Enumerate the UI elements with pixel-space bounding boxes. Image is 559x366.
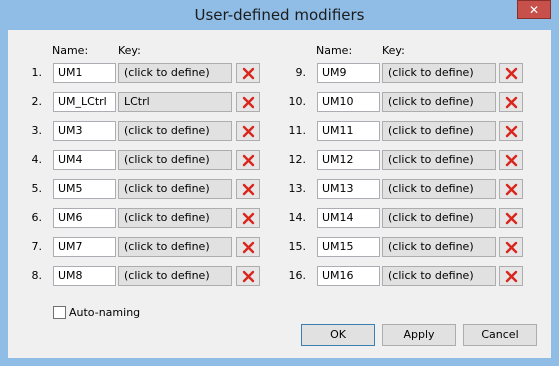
delete-modifier-button[interactable] <box>236 150 260 170</box>
modifier-key-button[interactable]: (click to define) <box>382 150 496 170</box>
red-x-icon <box>505 154 518 167</box>
delete-modifier-button[interactable] <box>236 92 260 112</box>
modifier-number: 16. <box>288 269 307 282</box>
modifier-number: 6. <box>31 211 43 224</box>
modifier-name-input[interactable]: UM14 <box>317 208 380 228</box>
modifier-name-input[interactable]: UM5 <box>53 179 116 199</box>
close-icon: ✕ <box>528 3 540 17</box>
auto-naming-label[interactable]: Auto-naming <box>69 306 140 319</box>
modifier-number: 10. <box>288 95 307 108</box>
modifier-name-input[interactable]: UM1 <box>53 63 116 83</box>
dialog-window: User-defined modifiers ✕ Name: Key: Name… <box>0 0 559 366</box>
key-column-header: Key: <box>382 44 405 57</box>
modifier-name-input[interactable]: UM_LCtrl <box>53 92 116 112</box>
name-column-header: Name: <box>52 44 89 57</box>
ok-button[interactable]: OK <box>301 324 375 346</box>
modifier-number: 5. <box>31 182 43 195</box>
title-bar[interactable]: User-defined modifiers ✕ <box>0 0 559 30</box>
modifier-key-button[interactable]: (click to define) <box>118 237 232 257</box>
delete-modifier-button[interactable] <box>236 121 260 141</box>
delete-modifier-button[interactable] <box>236 179 260 199</box>
modifier-key-button[interactable]: (click to define) <box>118 208 232 228</box>
red-x-icon <box>242 183 255 196</box>
delete-modifier-button[interactable] <box>499 150 523 170</box>
delete-modifier-button[interactable] <box>236 237 260 257</box>
modifier-name-input[interactable]: UM12 <box>317 150 380 170</box>
red-x-icon <box>505 183 518 196</box>
red-x-icon <box>505 125 518 138</box>
cancel-button[interactable]: Cancel <box>463 324 537 346</box>
red-x-icon <box>242 96 255 109</box>
delete-modifier-button[interactable] <box>499 237 523 257</box>
delete-modifier-button[interactable] <box>499 179 523 199</box>
modifier-key-button[interactable]: (click to define) <box>382 237 496 257</box>
modifier-key-button[interactable]: (click to define) <box>118 266 232 286</box>
modifier-name-input[interactable]: UM15 <box>317 237 380 257</box>
red-x-icon <box>242 270 255 283</box>
apply-button[interactable]: Apply <box>382 324 456 346</box>
close-button[interactable]: ✕ <box>517 0 551 19</box>
modifier-number: 3. <box>31 124 43 137</box>
delete-modifier-button[interactable] <box>236 208 260 228</box>
modifier-name-input[interactable]: UM3 <box>53 121 116 141</box>
modifier-number: 11. <box>288 124 307 137</box>
modifier-key-button[interactable]: (click to define) <box>382 63 496 83</box>
red-x-icon <box>242 212 255 225</box>
red-x-icon <box>505 241 518 254</box>
modifier-number: 9. <box>295 66 307 79</box>
red-x-icon <box>242 154 255 167</box>
delete-modifier-button[interactable] <box>499 63 523 83</box>
modifier-name-input[interactable]: UM8 <box>53 266 116 286</box>
modifier-key-button[interactable]: (click to define) <box>382 179 496 199</box>
modifier-key-button[interactable]: (click to define) <box>382 208 496 228</box>
delete-modifier-button[interactable] <box>499 266 523 286</box>
modifier-name-input[interactable]: UM13 <box>317 179 380 199</box>
modifier-key-button[interactable]: (click to define) <box>382 266 496 286</box>
modifier-name-input[interactable]: UM7 <box>53 237 116 257</box>
window-title: User-defined modifiers <box>194 6 365 24</box>
modifier-key-button[interactable]: (click to define) <box>382 121 496 141</box>
red-x-icon <box>242 241 255 254</box>
modifier-name-input[interactable]: UM16 <box>317 266 380 286</box>
delete-modifier-button[interactable] <box>499 121 523 141</box>
delete-modifier-button[interactable] <box>499 92 523 112</box>
modifier-number: 15. <box>288 240 307 253</box>
modifier-number: 4. <box>31 153 43 166</box>
dialog-content: Name: Key: Name: Key: Auto-naming OK App… <box>8 30 551 358</box>
modifier-name-input[interactable]: UM9 <box>317 63 380 83</box>
delete-modifier-button[interactable] <box>236 63 260 83</box>
modifier-number: 13. <box>288 182 307 195</box>
delete-modifier-button[interactable] <box>236 266 260 286</box>
red-x-icon <box>505 270 518 283</box>
delete-modifier-button[interactable] <box>499 208 523 228</box>
key-column-header: Key: <box>118 44 141 57</box>
modifier-name-input[interactable]: UM6 <box>53 208 116 228</box>
modifier-number: 7. <box>31 240 43 253</box>
red-x-icon <box>242 67 255 80</box>
modifier-key-button[interactable]: (click to define) <box>118 63 232 83</box>
modifier-number: 2. <box>31 95 43 108</box>
modifier-key-button[interactable]: (click to define) <box>118 121 232 141</box>
modifier-number: 12. <box>288 153 307 166</box>
red-x-icon <box>242 125 255 138</box>
red-x-icon <box>505 67 518 80</box>
modifier-name-input[interactable]: UM4 <box>53 150 116 170</box>
modifier-key-button[interactable]: LCtrl <box>118 92 232 112</box>
red-x-icon <box>505 96 518 109</box>
modifier-name-input[interactable]: UM11 <box>317 121 380 141</box>
red-x-icon <box>505 212 518 225</box>
auto-naming-checkbox[interactable] <box>53 306 66 319</box>
modifier-number: 1. <box>31 66 43 79</box>
modifier-name-input[interactable]: UM10 <box>317 92 380 112</box>
modifier-key-button[interactable]: (click to define) <box>382 92 496 112</box>
modifier-number: 14. <box>288 211 307 224</box>
modifier-key-button[interactable]: (click to define) <box>118 150 232 170</box>
modifier-key-button[interactable]: (click to define) <box>118 179 232 199</box>
modifier-number: 8. <box>31 269 43 282</box>
name-column-header: Name: <box>316 44 353 57</box>
